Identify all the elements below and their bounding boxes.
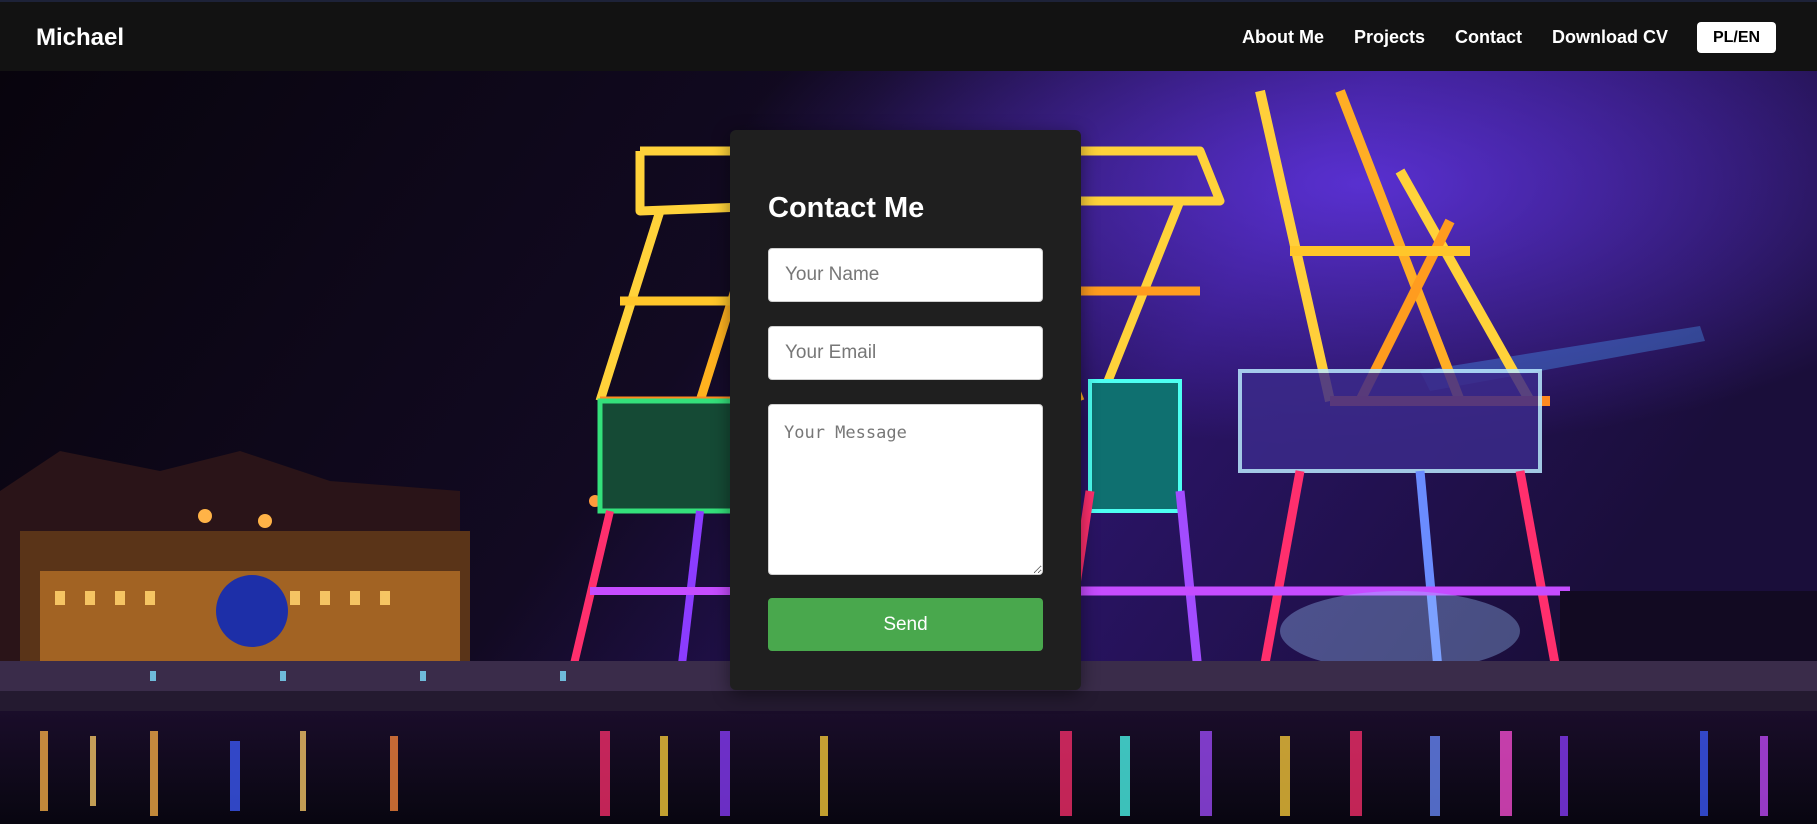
send-button[interactable]: Send bbox=[768, 598, 1043, 651]
language-toggle-button[interactable]: PL/EN bbox=[1697, 22, 1776, 53]
nav-link-about-me[interactable]: About Me bbox=[1242, 27, 1324, 48]
nav-links: About Me Projects Contact Download CV bbox=[0, 27, 1817, 53]
name-input[interactable] bbox=[768, 248, 1043, 302]
contact-form-card: Contact Me Send bbox=[730, 130, 1081, 690]
top-navbar: Michael About Me Projects Contact Downlo… bbox=[0, 0, 1817, 71]
contact-title: Contact Me bbox=[768, 192, 925, 224]
nav-link-contact[interactable]: Contact bbox=[1455, 27, 1522, 48]
nav-link-download-cv[interactable]: Download CV bbox=[1552, 27, 1668, 48]
email-input[interactable] bbox=[768, 326, 1043, 380]
message-textarea[interactable] bbox=[768, 404, 1043, 575]
nav-link-projects[interactable]: Projects bbox=[1354, 27, 1425, 48]
